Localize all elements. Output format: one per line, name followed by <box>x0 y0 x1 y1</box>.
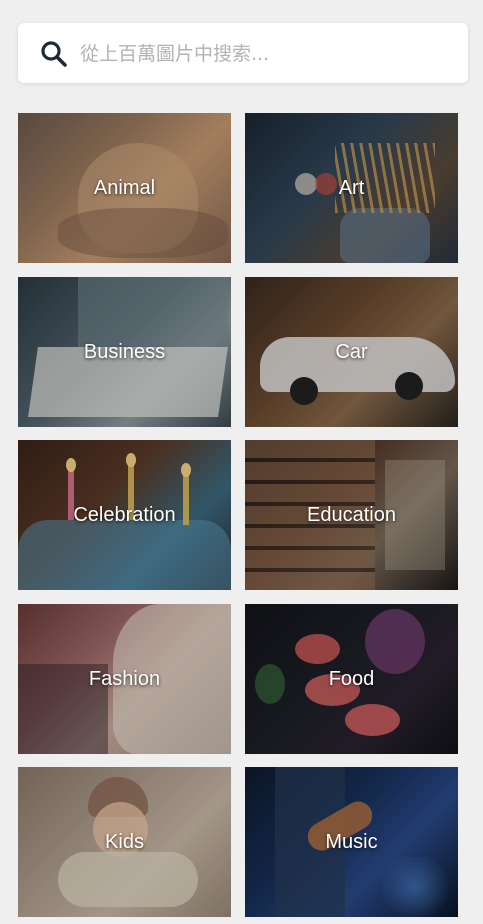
category-label-education: Education <box>307 503 396 526</box>
category-label-art: Art <box>338 176 365 199</box>
category-tile-animal[interactable]: Animal <box>18 113 231 263</box>
category-tile-fashion[interactable]: Fashion <box>18 604 231 754</box>
category-label-kids: Kids <box>105 830 144 853</box>
category-tile-food[interactable]: Food <box>245 604 458 754</box>
category-tile-education[interactable]: Education <box>245 440 458 590</box>
category-label-business: Business <box>83 340 166 363</box>
category-tile-celebration[interactable]: Celebration <box>18 440 231 590</box>
category-label-car: Car <box>335 340 368 363</box>
category-label-food: Food <box>328 667 375 690</box>
category-tile-art[interactable]: Art <box>245 113 458 263</box>
category-tile-kids[interactable]: Kids <box>18 767 231 917</box>
category-label-celebration: Celebration <box>73 503 176 526</box>
category-label-fashion: Fashion <box>88 667 161 690</box>
search-icon[interactable] <box>40 40 68 68</box>
category-label-music: Music <box>325 830 378 853</box>
search-input[interactable] <box>80 39 450 69</box>
category-label-animal: Animal <box>93 176 156 199</box>
category-tile-car[interactable]: Car <box>245 277 458 427</box>
category-tile-music[interactable]: Music <box>245 767 458 917</box>
category-tile-business[interactable]: Business <box>18 277 231 427</box>
